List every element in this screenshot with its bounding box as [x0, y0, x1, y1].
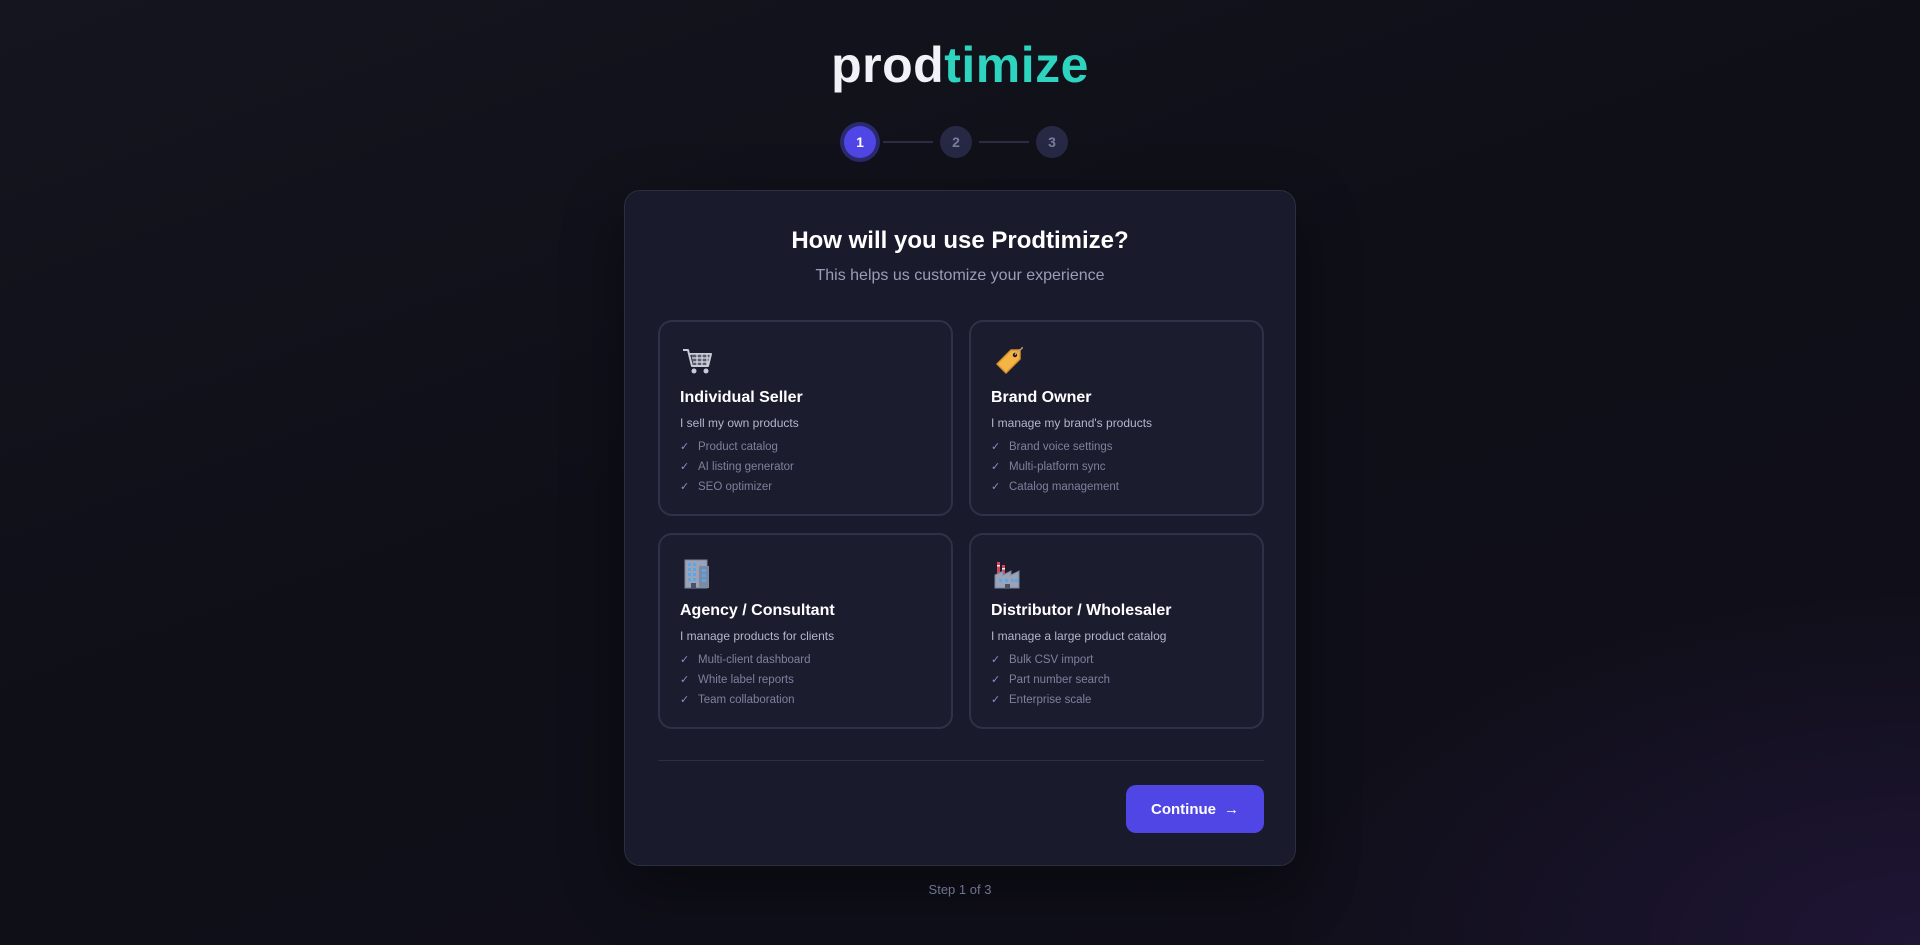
option-brand-owner[interactable]: Brand Owner I manage my brand's products… — [969, 320, 1264, 516]
feature-item: ✓ Multi-client dashboard — [680, 650, 931, 670]
check-icon: ✓ — [680, 654, 690, 666]
feature-label: Multi-platform sync — [1009, 461, 1106, 473]
feature-label: Catalog management — [1009, 481, 1119, 493]
logo-text-timize: timize — [944, 37, 1089, 93]
continue-button-label: Continue — [1151, 800, 1216, 818]
check-icon: ✓ — [991, 461, 1001, 473]
factory-icon — [994, 562, 1020, 589]
check-icon: ✓ — [680, 674, 690, 686]
option-individual-seller[interactable]: Individual Seller I sell my own products… — [658, 320, 953, 516]
feature-item: ✓ Bulk CSV import — [991, 650, 1242, 670]
feature-label: AI listing generator — [698, 461, 794, 473]
option-title: Agency / Consultant — [680, 602, 835, 619]
card-divider — [658, 760, 1264, 761]
shopping-cart-icon — [683, 349, 712, 374]
check-icon: ✓ — [991, 674, 1001, 686]
feature-list: ✓ Multi-client dashboard ✓ White label rep… — [680, 650, 931, 710]
feature-item: ✓ Product catalog — [680, 437, 931, 457]
feature-item: ✓ Multi-platform sync — [991, 457, 1242, 477]
feature-item: ✓ Team collaboration — [680, 690, 931, 710]
logo-text-prod: prod — [831, 37, 945, 93]
office-building-icon — [684, 559, 709, 589]
onboarding-card: How will you use Prodtimize? This helps … — [624, 190, 1296, 866]
feature-label: White label reports — [698, 674, 794, 686]
progress-stepper: 1 2 3 — [844, 126, 1074, 158]
check-icon: ✓ — [680, 461, 690, 473]
option-agency-consultant[interactable]: Agency / Consultant I manage products fo… — [658, 533, 953, 729]
step-indicator-3: 3 — [1036, 126, 1068, 158]
check-icon: ✓ — [991, 481, 1001, 493]
check-icon: ✓ — [991, 654, 1001, 666]
step-indicator-2: 2 — [940, 126, 972, 158]
option-description: I sell my own products — [680, 416, 799, 430]
feature-label: Product catalog — [698, 441, 778, 453]
feature-item: ✓ SEO optimizer — [680, 477, 931, 497]
app-logo: prodtimize — [0, 38, 1920, 92]
arrow-right-icon: → — [1224, 800, 1239, 818]
continue-button[interactable]: Continue → — [1126, 785, 1264, 833]
option-description: I manage my brand's products — [991, 416, 1153, 430]
option-distributor-wholesaler[interactable]: Distributor / Wholesaler I manage a larg… — [969, 533, 1264, 729]
option-title: Individual Seller — [680, 389, 803, 406]
check-icon: ✓ — [680, 694, 690, 706]
option-description: I manage products for clients — [680, 629, 835, 643]
feature-label: SEO optimizer — [698, 481, 773, 493]
feature-label: Team collaboration — [698, 694, 795, 706]
feature-label: Multi-client dashboard — [698, 654, 811, 666]
card-title: How will you use Prodtimize? — [791, 227, 1129, 254]
option-title: Brand Owner — [991, 389, 1092, 406]
check-icon: ✓ — [991, 441, 1001, 453]
feature-label: Part number search — [1009, 674, 1110, 686]
feature-item: ✓ White label reports — [680, 670, 931, 690]
feature-item: ✓ AI listing generator — [680, 457, 931, 477]
check-icon: ✓ — [991, 694, 1001, 706]
step-indicator-1: 1 — [844, 126, 876, 158]
feature-label: Brand voice settings — [1009, 441, 1113, 453]
feature-item: ✓ Part number search — [991, 670, 1242, 690]
step-connector — [883, 141, 933, 143]
step-connector — [979, 141, 1029, 143]
feature-list: ✓ Product catalog ✓ AI listing generator ✓… — [680, 437, 931, 497]
price-tag-icon — [996, 346, 1023, 374]
feature-item: ✓ Enterprise scale — [991, 690, 1242, 710]
option-title: Distributor / Wholesaler — [991, 602, 1172, 619]
option-description: I manage a large product catalog — [991, 629, 1167, 643]
check-icon: ✓ — [680, 481, 690, 493]
feature-item: ✓ Brand voice settings — [991, 437, 1242, 457]
check-icon: ✓ — [680, 441, 690, 453]
feature-label: Enterprise scale — [1009, 694, 1092, 706]
feature-list: ✓ Brand voice settings ✓ Multi-platform sy… — [991, 437, 1242, 497]
usage-options-grid: Individual Seller I sell my own products… — [658, 320, 1264, 729]
card-subtitle: This helps us customize your experience — [815, 267, 1105, 284]
step-footer-text: Step 1 of 3 — [928, 882, 992, 897]
feature-label: Bulk CSV import — [1009, 654, 1094, 666]
feature-list: ✓ Bulk CSV import ✓ Part number search ✓ En… — [991, 650, 1242, 710]
feature-item: ✓ Catalog management — [991, 477, 1242, 497]
